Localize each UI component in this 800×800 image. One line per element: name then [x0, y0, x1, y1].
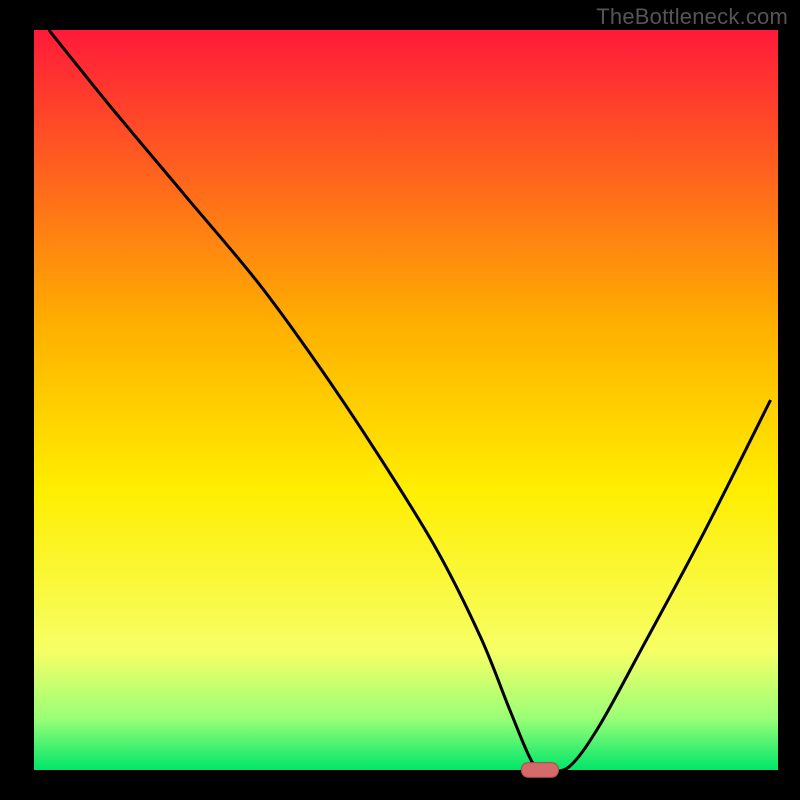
- bottleneck-curve: [49, 30, 771, 771]
- plot-background: [34, 30, 778, 770]
- chart-root: TheBottleneck.com: [0, 0, 800, 800]
- plot-svg: [0, 0, 800, 800]
- watermark-text: TheBottleneck.com: [596, 4, 788, 30]
- optimal-marker: [521, 763, 558, 778]
